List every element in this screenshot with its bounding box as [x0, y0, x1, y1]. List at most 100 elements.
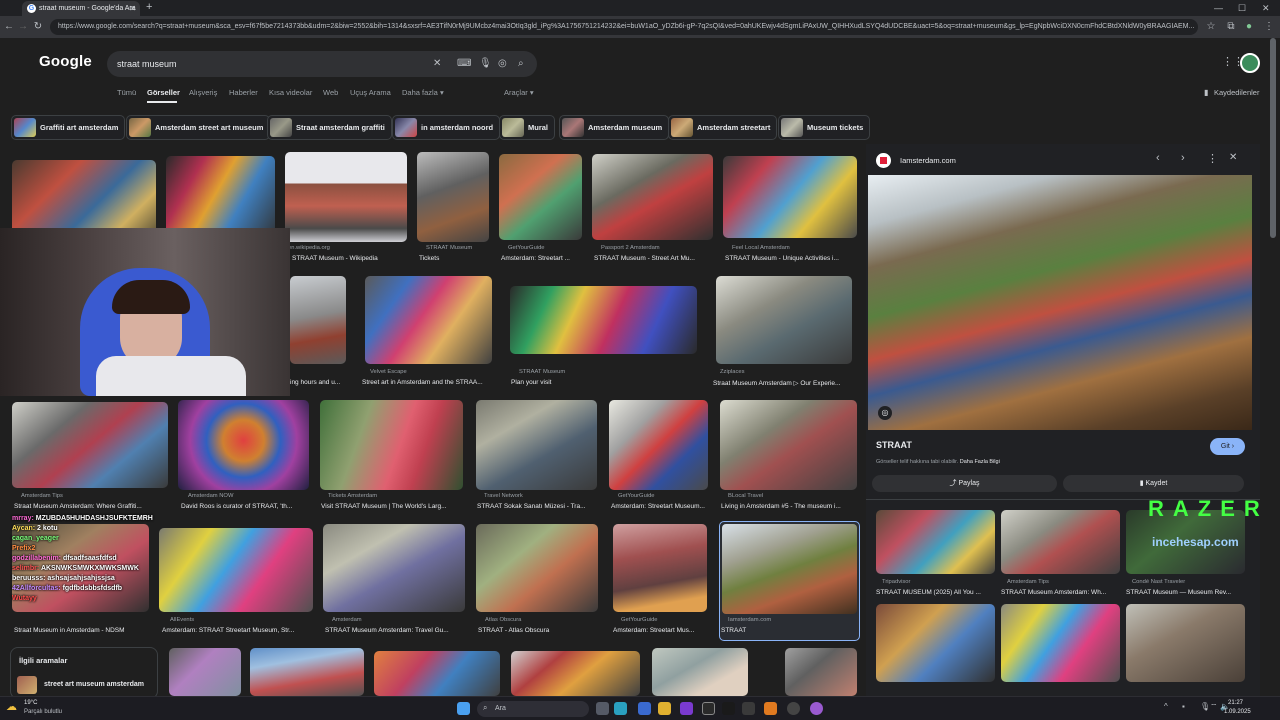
- voice-search-icon[interactable]: 🎙: [479, 56, 492, 72]
- prev-image-icon[interactable]: ‹: [1156, 152, 1160, 164]
- more-info-link[interactable]: Daha Fazla Bilgi: [960, 459, 1000, 465]
- clear-icon[interactable]: ✕: [433, 56, 441, 72]
- microphone-icon[interactable]: 🎙: [1200, 702, 1210, 711]
- lens-search-icon[interactable]: ◎: [878, 406, 892, 420]
- chip-amsterdam-street-art-museum[interactable]: Amsterdam street art museum: [126, 115, 271, 140]
- result-image[interactable]: [159, 528, 313, 612]
- app-icon[interactable]: [810, 702, 823, 715]
- chip-museum-tickets[interactable]: Museum tickets: [778, 115, 871, 140]
- network-icon[interactable]: ⌔: [1210, 702, 1218, 712]
- related-title[interactable]: STRAAT MUSEUM (2025) All You ...: [876, 589, 994, 596]
- panel-site-name[interactable]: Iamsterdam.com: [900, 156, 956, 165]
- google-logo[interactable]: Google: [39, 53, 92, 70]
- result-card-selected[interactable]: [719, 521, 860, 641]
- app-icon[interactable]: [742, 702, 755, 715]
- result-image[interactable]: [723, 156, 857, 238]
- result-title[interactable]: Straat Museum in Amsterdam - NDSM: [14, 627, 162, 634]
- chip-in-amsterdam-noord[interactable]: in amsterdam noord: [392, 115, 501, 140]
- result-title[interactable]: Tickets: [419, 255, 489, 262]
- result-image[interactable]: [323, 524, 465, 612]
- tab-images[interactable]: Görseller: [147, 88, 180, 97]
- result-image[interactable]: [320, 400, 463, 490]
- app-icon[interactable]: [764, 702, 777, 715]
- result-image[interactable]: [716, 276, 852, 364]
- maximize-icon[interactable]: ☐: [1238, 0, 1246, 16]
- start-icon[interactable]: [457, 702, 470, 715]
- back-icon[interactable]: ←: [2, 19, 16, 35]
- result-title[interactable]: ing hours and u...: [290, 379, 346, 386]
- result-image[interactable]: [417, 152, 489, 242]
- app-icon[interactable]: [638, 702, 651, 715]
- search-box[interactable]: straat museum ✕ ⌨ 🎙 ◎ ⌕: [107, 51, 537, 77]
- result-image[interactable]: [374, 651, 500, 696]
- result-image[interactable]: [652, 648, 748, 696]
- app-icon[interactable]: [702, 702, 715, 715]
- clock-time[interactable]: 21:27: [1228, 700, 1243, 706]
- result-title[interactable]: STRAAT Museum - Wikipedia: [292, 255, 407, 262]
- result-title[interactable]: STRAAT: [721, 627, 851, 634]
- close-panel-icon[interactable]: ✕: [1229, 152, 1237, 163]
- result-title[interactable]: Street art in Amsterdam and the STRAA...: [362, 379, 493, 386]
- related-image[interactable]: [876, 510, 995, 574]
- profile-icon[interactable]: ●: [1242, 19, 1256, 35]
- url-field[interactable]: https://www.google.com/search?q=straat+m…: [50, 19, 1198, 35]
- new-tab-icon[interactable]: +: [146, 0, 152, 15]
- bookmark-star-icon[interactable]: ☆: [1204, 19, 1218, 35]
- related-title[interactable]: STRAAT Museum — Museum Rev...: [1126, 589, 1244, 596]
- weather-desc[interactable]: Parçalı bulutlu: [24, 709, 62, 715]
- visit-button[interactable]: Git ›: [1210, 438, 1245, 455]
- tab-more[interactable]: Daha fazla ▾: [402, 88, 444, 97]
- account-avatar[interactable]: [1240, 53, 1260, 73]
- chip-amsterdam-streetart[interactable]: Amsterdam streetart: [668, 115, 778, 140]
- result-image[interactable]: [290, 276, 346, 364]
- browser-menu-icon[interactable]: ⋮: [1262, 19, 1276, 35]
- forward-icon[interactable]: →: [16, 19, 30, 35]
- tab-flights[interactable]: Uçuş Arama: [350, 88, 391, 97]
- minimize-icon[interactable]: —: [1214, 0, 1223, 16]
- result-title[interactable]: Straat Museum Amsterdam ▷ Our Experie...: [713, 379, 856, 387]
- result-image[interactable]: [609, 400, 708, 490]
- result-title[interactable]: STRAAT - Atlas Obscura: [478, 627, 596, 634]
- result-title[interactable]: Amsterdam: Streetart Mus...: [613, 627, 707, 634]
- task-view-icon[interactable]: [596, 702, 609, 715]
- result-title[interactable]: STRAAT Sokak Sanatı Müzesi - Tra...: [477, 503, 599, 510]
- tab-shopping[interactable]: Alışveriş: [189, 88, 217, 97]
- related-title[interactable]: STRAAT Museum Amsterdam: Wh...: [1001, 589, 1119, 596]
- search-icon[interactable]: ⌕: [518, 56, 524, 72]
- result-image[interactable]: [510, 286, 697, 354]
- related-image[interactable]: [876, 604, 995, 682]
- app-icon[interactable]: [787, 702, 800, 715]
- result-title[interactable]: David Roos is curator of STRAAT, 'th...: [181, 503, 309, 510]
- result-image[interactable]: [592, 154, 713, 240]
- reload-icon[interactable]: ↻: [31, 19, 45, 35]
- tab-all[interactable]: Tümü: [117, 88, 136, 97]
- browser-tab[interactable]: G straat museum - Google'da Ara ✕: [22, 1, 140, 16]
- weather-temp[interactable]: 19°C: [24, 700, 37, 706]
- tab-short-videos[interactable]: Kısa videolar: [269, 88, 312, 97]
- result-image[interactable]: [785, 648, 857, 696]
- tray-chevron-icon[interactable]: ^: [1164, 702, 1168, 711]
- result-title[interactable]: Plan your visit: [511, 379, 641, 386]
- related-search-item[interactable]: street art museum amsterdam: [44, 681, 144, 688]
- result-title[interactable]: STRAAT Museum - Street Art Mu...: [594, 255, 711, 262]
- scrollbar[interactable]: [1270, 38, 1276, 238]
- save-button[interactable]: ▮ Kaydet: [1063, 475, 1244, 492]
- edge-icon[interactable]: [614, 702, 627, 715]
- related-image[interactable]: [1001, 604, 1120, 682]
- result-title[interactable]: STRAAT Museum Amsterdam: Travel Gu...: [325, 627, 465, 634]
- result-title[interactable]: Visit STRAAT Museum | The World's Larg..…: [321, 503, 463, 510]
- result-title[interactable]: Amsterdam: STRAAT Streetart Museum, Str.…: [162, 627, 312, 634]
- file-explorer-icon[interactable]: [658, 702, 671, 715]
- chip-amsterdam-museum[interactable]: Amsterdam museum: [559, 115, 670, 140]
- result-image[interactable]: [476, 400, 597, 490]
- tab-news[interactable]: Haberler: [229, 88, 258, 97]
- chip-graffiti-art-amsterdam[interactable]: Graffiti art amsterdam: [11, 115, 126, 140]
- result-image[interactable]: [250, 648, 364, 696]
- more-options-icon[interactable]: ⋮: [1207, 152, 1218, 165]
- tools-button[interactable]: Araçlar ▾: [504, 88, 534, 97]
- clock-date[interactable]: 1.09.2025: [1224, 709, 1251, 715]
- result-image[interactable]: [613, 524, 707, 612]
- result-title[interactable]: Amsterdam: Streetart Museum...: [611, 503, 709, 510]
- result-image[interactable]: [499, 154, 582, 240]
- lens-icon[interactable]: ◎: [498, 56, 507, 72]
